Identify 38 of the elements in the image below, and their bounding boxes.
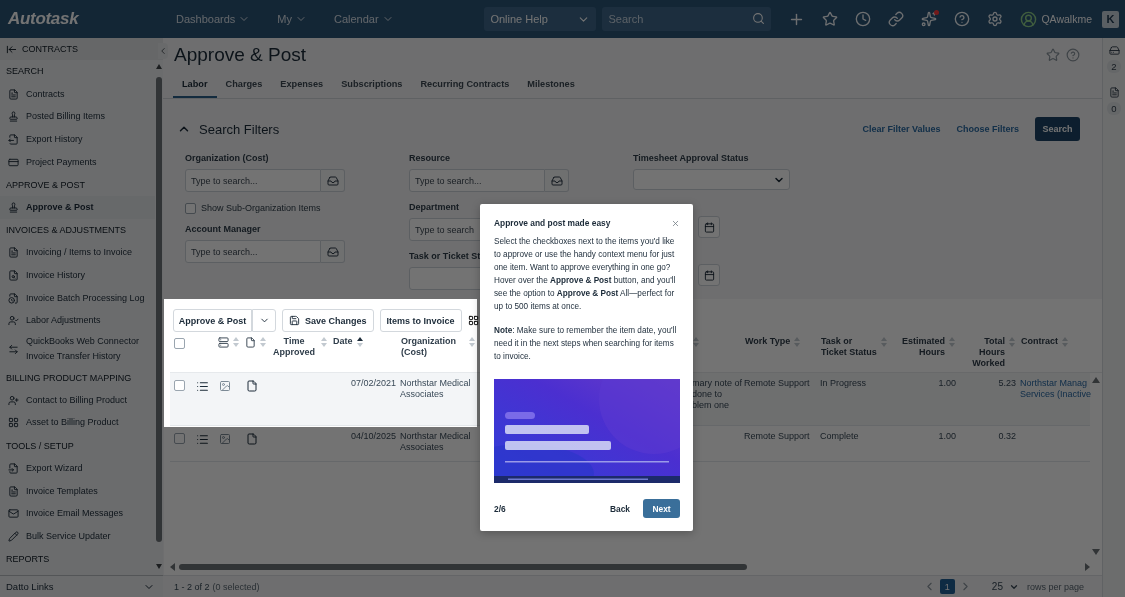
table-cell-text: Northstar Medical Associates — [399, 431, 472, 453]
sidebar-section-title: INVOICES & ADJUSTMENTS — [5, 224, 128, 238]
checkbox-label: Show Sub-Organization Items — [201, 203, 321, 213]
record-count: 1 - 2 of 2 — [174, 581, 210, 592]
popup-text: Note: Make sure to remember the item date, you'll need it in the next steps when searching for items to invoice. — [494, 325, 678, 364]
popup-text: Select the checkboxes next to the items you'd like to approve or use the handy context menu for just one item. Want to approve everything in one go? Hover over the Approve & Post button, and you'll see the option to Approve & Post All—perfect for up to 500 items at once. — [494, 236, 677, 313]
table-cell-text: 1.00 — [937, 431, 957, 443]
table-cell-text: 5.23 — [997, 378, 1017, 390]
table-cell-text: Remote Support — [743, 378, 811, 390]
table-cell-text: Complete — [819, 431, 860, 443]
field-label: Task or Ticket St — [409, 251, 481, 262]
selection-count: (0 selected) — [212, 581, 261, 592]
field-label: Organization (Cost) — [185, 153, 269, 164]
field-label: Department — [409, 202, 459, 213]
table-cell-text: 04/10/2025 — [349, 431, 397, 443]
field-label: Account Manager — [185, 224, 261, 235]
sidebar-section-title: SEARCH — [5, 65, 45, 79]
field-label: Resource — [409, 153, 451, 164]
popup-title: Approve and post made easy — [494, 218, 611, 228]
page-title: Approve & Post — [174, 44, 308, 66]
sidebar-section-title: APPROVE & POST — [5, 178, 87, 192]
sidebar-section-title: BILLING PRODUCT MAPPING — [5, 371, 133, 385]
section-title: Search Filters — [199, 121, 281, 137]
sidebar-section-title: TOOLS / SETUP — [5, 439, 75, 453]
table-cell-text: Northstar Medical Associates — [399, 378, 472, 401]
step-counter: 2/6 — [494, 503, 507, 514]
table-cell-text: mary note of done to blem one — [691, 378, 742, 411]
count-badge: 0 — [1107, 102, 1121, 115]
table-cell-text: Remote Support — [743, 431, 811, 443]
page-size-label: rows per page — [1026, 581, 1084, 592]
logo: Autotask — [8, 9, 80, 29]
field-label: Timesheet Approval Status — [633, 153, 749, 164]
table-cell-text: 0.32 — [997, 431, 1017, 443]
table-cell-text: In Progress — [819, 378, 868, 390]
count-badge: 2 — [1107, 60, 1121, 73]
table-cell-text: 07/02/2021 — [349, 378, 397, 390]
table-cell-text: 1.00 — [937, 378, 957, 390]
sidebar-section-title: REPORTS — [5, 553, 51, 567]
